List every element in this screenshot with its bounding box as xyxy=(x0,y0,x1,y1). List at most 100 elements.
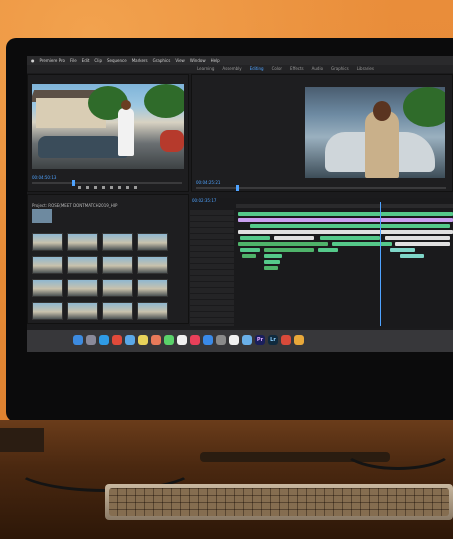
workspace-tab[interactable]: Assembly xyxy=(222,66,241,71)
chrome-icon[interactable] xyxy=(112,335,122,345)
photos-icon[interactable] xyxy=(151,335,161,345)
workspace-tab[interactable]: Libraries xyxy=(357,66,374,71)
timeline-clip[interactable] xyxy=(390,248,415,252)
media-thumbnail[interactable] xyxy=(102,279,133,297)
playhead[interactable] xyxy=(380,202,381,326)
menu-item-window[interactable]: Window xyxy=(190,58,206,63)
timeline-clip[interactable] xyxy=(242,254,256,258)
media-thumbnail[interactable] xyxy=(32,302,63,320)
media-thumbnail[interactable] xyxy=(137,279,168,297)
media-thumbnail[interactable] xyxy=(137,233,168,251)
timeline-clip[interactable] xyxy=(264,266,278,270)
apple-icon[interactable]: ● xyxy=(31,58,35,63)
media-thumbnail[interactable] xyxy=(67,279,98,297)
sketch-icon[interactable] xyxy=(294,335,304,345)
timeline-clip[interactable] xyxy=(238,230,453,234)
timeline-clip[interactable] xyxy=(264,254,282,258)
photoshop-icon[interactable] xyxy=(281,335,291,345)
timeline-clip[interactable] xyxy=(238,242,328,246)
workspace-tab[interactable]: Audio xyxy=(312,66,323,71)
timeline-clip[interactable] xyxy=(250,224,450,228)
music-icon[interactable] xyxy=(190,335,200,345)
menu-item-help[interactable]: Help xyxy=(211,58,220,63)
media-thumbnail[interactable] xyxy=(67,256,98,274)
menu-item-file[interactable]: File xyxy=(70,58,77,63)
appstore-icon[interactable] xyxy=(203,335,213,345)
media-thumbnail[interactable] xyxy=(32,233,63,251)
source-monitor-panel: 00:04:50:13 xyxy=(27,74,189,192)
timeline-clip[interactable] xyxy=(318,248,338,252)
source-timecode: 00:04:50:13 xyxy=(32,175,57,180)
timeline-clip[interactable] xyxy=(240,236,270,240)
track-headers[interactable] xyxy=(190,210,234,326)
timeline-clip[interactable] xyxy=(385,236,450,240)
menu-item-sequence[interactable]: Sequence xyxy=(107,58,127,63)
timeline-clip[interactable] xyxy=(395,242,450,246)
timeline-clip[interactable] xyxy=(240,248,260,252)
person-head xyxy=(373,101,391,121)
files-icon[interactable] xyxy=(242,335,252,345)
timeline-timecode: 00:02:35:17 xyxy=(192,198,217,203)
notion-icon[interactable] xyxy=(229,335,239,345)
program-video-frame[interactable] xyxy=(305,87,445,178)
menu-item-view[interactable]: View xyxy=(175,58,185,63)
dock-icons: Pr Lr xyxy=(73,335,304,345)
workspace-tab[interactable]: Learning xyxy=(197,66,214,71)
timeline-clip[interactable] xyxy=(320,236,380,240)
media-thumbnail[interactable] xyxy=(32,279,63,297)
project-name: Project: ROSE(MEET DONTMATCH2019_HIP xyxy=(32,203,118,208)
timeline-clip[interactable] xyxy=(264,260,280,264)
timeline-clip[interactable] xyxy=(274,236,314,240)
media-thumbnails xyxy=(32,233,168,320)
timeline-panel: 00:02:35:17 xyxy=(190,198,453,328)
menu-item-app[interactable]: Premiere Pro xyxy=(40,58,65,63)
program-scrubber[interactable] xyxy=(196,185,446,191)
timeline-clip[interactable] xyxy=(238,212,453,216)
settings-icon[interactable] xyxy=(216,335,226,345)
menu-item-markers[interactable]: Markers xyxy=(132,58,148,63)
source-scrubber[interactable] xyxy=(32,180,182,186)
media-thumbnail[interactable] xyxy=(137,256,168,274)
workspace-tab[interactable]: Color xyxy=(272,66,282,71)
launchpad-icon[interactable] xyxy=(86,335,96,345)
workspace-tab-active[interactable]: Editing xyxy=(250,66,264,71)
mail-icon[interactable] xyxy=(125,335,135,345)
source-video-frame[interactable] xyxy=(32,84,184,169)
keyboard xyxy=(105,484,453,520)
media-thumbnail[interactable] xyxy=(102,302,133,320)
media-thumbnail[interactable] xyxy=(137,302,168,320)
notes-icon[interactable] xyxy=(138,335,148,345)
source-transport-controls[interactable] xyxy=(78,186,137,190)
workspace-tab[interactable]: Effects xyxy=(290,66,304,71)
media-thumbnail[interactable] xyxy=(67,233,98,251)
timeline-clip[interactable] xyxy=(400,254,424,258)
workspace-tab[interactable]: Graphics xyxy=(331,66,349,71)
tree xyxy=(144,84,184,118)
bin-thumbnail[interactable] xyxy=(32,209,52,223)
timeline-clip[interactable] xyxy=(238,218,453,222)
safari-icon[interactable] xyxy=(99,335,109,345)
finder-icon[interactable] xyxy=(73,335,83,345)
media-thumbnail[interactable] xyxy=(32,256,63,274)
timeline-ruler[interactable] xyxy=(236,204,453,208)
keyboard-keys xyxy=(109,488,449,516)
person-head xyxy=(121,100,131,110)
cable xyxy=(340,424,453,470)
calendar-icon[interactable] xyxy=(177,335,187,345)
premiere-icon[interactable]: Pr xyxy=(255,335,265,345)
project-panel: Project: ROSE(MEET DONTMATCH2019_HIP xyxy=(27,194,189,324)
media-thumbnail[interactable] xyxy=(67,302,98,320)
menu-item-clip[interactable]: Clip xyxy=(94,58,102,63)
menu-item-edit[interactable]: Edit xyxy=(82,58,90,63)
red-car xyxy=(160,130,184,152)
car xyxy=(38,136,128,158)
timeline-clip[interactable] xyxy=(264,248,314,252)
lightroom-icon[interactable]: Lr xyxy=(268,335,278,345)
media-thumbnail[interactable] xyxy=(102,256,133,274)
messages-icon[interactable] xyxy=(164,335,174,345)
menu-item-graphics[interactable]: Graphics xyxy=(153,58,171,63)
person xyxy=(118,108,134,156)
tree xyxy=(403,87,445,127)
timeline-clip[interactable] xyxy=(332,242,392,246)
media-thumbnail[interactable] xyxy=(102,233,133,251)
